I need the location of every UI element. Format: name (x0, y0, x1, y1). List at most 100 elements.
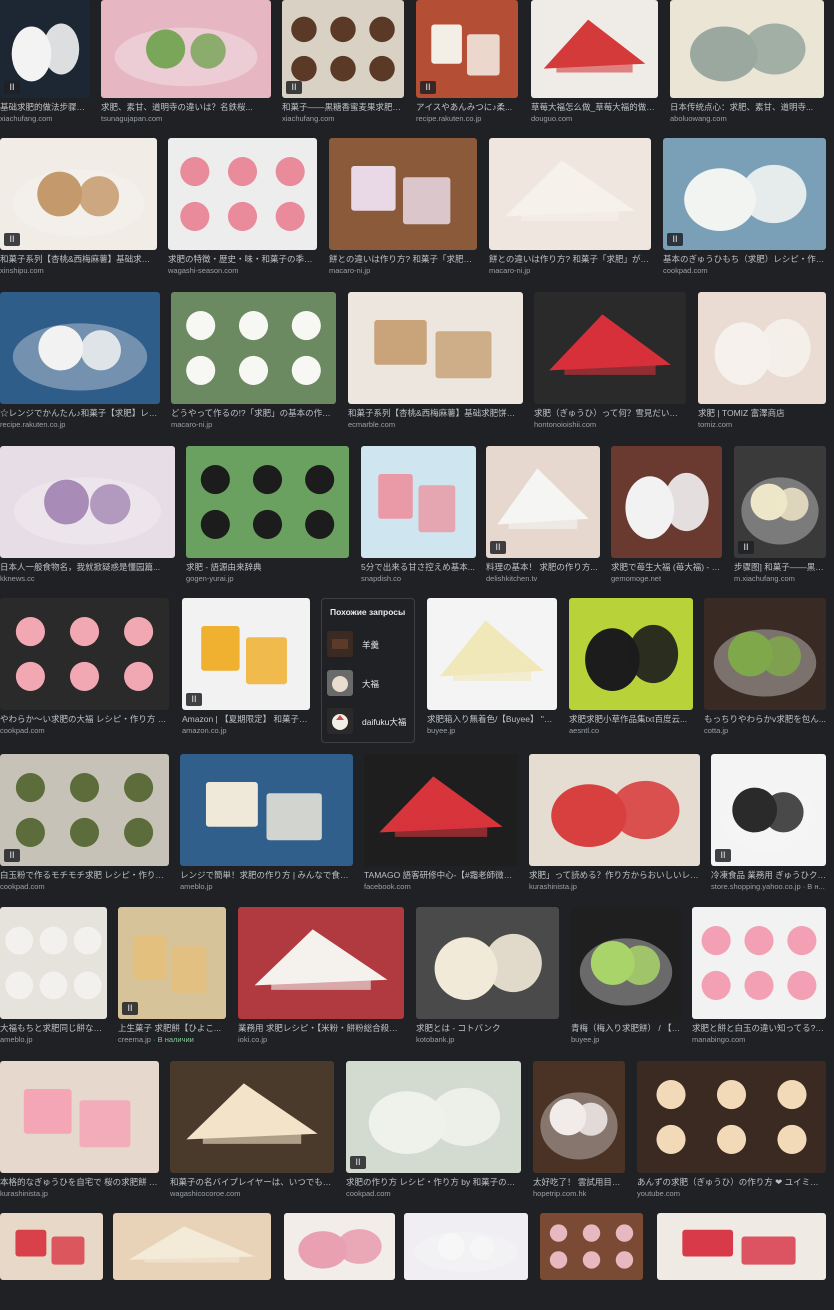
image-result-tile[interactable]: ΙΙ 冷凍食品 業務用 ぎゅうひクリ... store.shopping.yahoo… (711, 754, 826, 896)
result-thumbnail[interactable] (0, 907, 107, 1019)
result-thumbnail[interactable] (0, 1061, 159, 1173)
result-thumbnail[interactable] (361, 446, 476, 558)
result-thumbnail[interactable] (0, 292, 160, 404)
image-result-tile[interactable]: ΙΙ アイスやあんみつに♪柔... recipe.rakuten.co.jp (416, 0, 518, 128)
result-thumbnail[interactable] (704, 598, 826, 710)
image-result-tile[interactable]: 求肥で苺生大福 (苺大福) - き... gemomoge.net (611, 446, 722, 588)
image-result-tile[interactable]: 太好吃了！ 雲試用目製... hopetrip.com.hk (533, 1061, 625, 1203)
image-result-tile[interactable]: 大福もちと求肥同じ餅なの... ameblo.jp (0, 907, 107, 1049)
result-thumbnail[interactable] (364, 754, 518, 866)
result-caption[interactable]: 求肥箱入り無着色/【Buyee】 "Bu... (427, 714, 557, 725)
result-thumbnail[interactable] (698, 292, 826, 404)
result-thumbnail[interactable] (0, 598, 169, 710)
image-result-tile[interactable]: あんずの求肥（ぎゅうひ）の作り方 ❤ ユイミコの... youtube.com (637, 1061, 826, 1203)
result-thumbnail[interactable] (637, 1061, 826, 1173)
image-result-tile[interactable]: 日本传统点心：求肥、素甘、道明寺... aboluowang.com (670, 0, 824, 128)
result-caption[interactable]: 日本人一般食物名，我就掀疑惑是懂园篇... (0, 562, 175, 573)
result-thumbnail[interactable] (657, 1213, 826, 1280)
result-caption[interactable]: 求肥の作り方 レシピ・作り方 by 和菓子の早稲... (346, 1177, 521, 1188)
image-result-tile[interactable]: ΙΙ 步骤图] 和菓子——黒糖... m.xiachufang.com (734, 446, 826, 588)
result-caption[interactable]: 業務用 求肥レシピ・【米粉・餅粉総合殺粉メ... (238, 1023, 404, 1034)
result-thumbnail[interactable] (427, 598, 557, 710)
result-thumbnail[interactable] (611, 446, 722, 558)
result-caption[interactable]: 餅との違いは作り方? 和菓子「求肥」が... (329, 254, 477, 265)
related-item-daifuku[interactable]: 大福 (327, 670, 411, 696)
result-caption[interactable]: アイスやあんみつに♪柔... (416, 102, 518, 113)
result-caption[interactable]: 基础求肥的做法步骤图... (0, 102, 90, 113)
image-result-tile[interactable]: 業務用 求肥レシピ・【米粉・餅粉総合殺粉メ... ioki.co.jp (238, 907, 404, 1049)
result-caption[interactable]: 大福もちと求肥同じ餅なの... (0, 1023, 107, 1034)
result-caption[interactable]: どうやって作るの!?「求肥」の基本の作り方... (171, 408, 336, 419)
result-caption[interactable]: 青梅（梅入り求肥餅） / 【B... (571, 1023, 681, 1034)
image-result-tile[interactable]: 求肥の特徴・歴史・味・和菓子の季節.c... wagashi-season.com (168, 138, 317, 280)
result-thumbnail[interactable] (329, 138, 477, 250)
result-thumbnail[interactable] (113, 1213, 271, 1280)
image-result-tile[interactable]: ΙΙ 白玉粉で作るモチモチ求肥 レシピ・作り方 by... cookpad.com (0, 754, 169, 896)
image-result-tile[interactable]: 日本人一般食物名，我就掀疑惑是懂园篇... kknews.cc (0, 446, 175, 588)
result-caption[interactable]: 太好吃了！ 雲試用目製... (533, 1177, 625, 1188)
image-result-tile[interactable]: 求肥（ぎゅうひ）って何？雪見だいふく... hontonoioishii.com (534, 292, 686, 434)
result-caption[interactable]: TAMAGO 語客研修中心-【#霜老師微觀日... (364, 870, 518, 881)
image-result-tile[interactable] (0, 1213, 103, 1310)
image-result-tile[interactable]: 餅との違いは作り方? 和菓子「求肥」が時... macaro-ni.jp (489, 138, 651, 280)
result-thumbnail[interactable] (171, 292, 336, 404)
image-result-tile[interactable]: ΙΙ Amazon | 【夏期限定】 和菓子屋... amazon.co.jp (182, 598, 310, 740)
result-caption[interactable]: 餅との違いは作り方? 和菓子「求肥」が時... (489, 254, 651, 265)
image-result-tile[interactable]: 和菓子系列【杏桃&西梅麻薯】基础求肥饼皮的... ecmarble.com (348, 292, 523, 434)
result-caption[interactable]: 料理の基本！ 求肥の作り方... (486, 562, 600, 573)
image-result-tile[interactable]: もっちりやわらかv求肥を包ん... cotta.jp (704, 598, 826, 740)
result-caption[interactable]: 本格的なぎゅうひを自宅で 桜の求肥餅 - 暮... (0, 1177, 159, 1188)
image-result-tile[interactable]: ΙΙ 料理の基本！ 求肥の作り方... delishkitchen.tv (486, 446, 600, 588)
result-caption[interactable]: あんずの求肥（ぎゅうひ）の作り方 ❤ ユイミコの... (637, 1177, 826, 1188)
result-thumbnail[interactable] (348, 292, 523, 404)
result-caption[interactable]: 5分で出来る甘さ控えめ基本... (361, 562, 476, 573)
result-caption[interactable]: Amazon | 【夏期限定】 和菓子屋... (182, 714, 310, 725)
result-thumbnail[interactable] (663, 138, 826, 250)
result-caption[interactable]: 白玉粉で作るモチモチ求肥 レシピ・作り方 by... (0, 870, 169, 881)
result-caption[interactable]: 求肥、素甘、道明寺の違いは？名鉄桜... (101, 102, 271, 113)
result-thumbnail[interactable] (404, 1213, 528, 1280)
image-result-tile[interactable]: 求肥とは - コトバンク kotobank.jp (416, 907, 559, 1049)
image-result-tile[interactable]: どうやって作るの!?「求肥」の基本の作り方... macaro-ni.jp (171, 292, 336, 434)
result-caption[interactable]: 基本のぎゅうひもち（求肥）レシピ・作り... (663, 254, 826, 265)
image-result-tile[interactable]: 求肥」って読める？作り方からおいしいレシ... kurashinista.jp (529, 754, 700, 896)
result-thumbnail[interactable] (529, 754, 700, 866)
image-result-tile[interactable]: ΙΙ 基础求肥的做法步骤图... xiachufang.com (0, 0, 90, 128)
related-item-daifuku-latin[interactable]: daifuku大福 (327, 708, 411, 734)
image-result-tile[interactable]: ΙΙ 求肥の作り方 レシピ・作り方 by 和菓子の早稲... cookpad.com (346, 1061, 521, 1203)
result-thumbnail[interactable] (101, 0, 271, 98)
result-caption[interactable]: 和菓子系列【杏桃&西梅麻薯】基础求肥饼皮的... (348, 408, 523, 419)
result-caption[interactable]: 日本传统点心：求肥、素甘、道明寺... (670, 102, 824, 113)
image-result-tile[interactable]: ΙΙ 和菓子系列【杏桃&西梅麻薯】基础求肥饼... xinshipu.com (0, 138, 157, 280)
result-thumbnail[interactable] (692, 907, 826, 1019)
image-result-tile[interactable]: やわらか〜い求肥の大福 レシピ・作り方 by ☆... cookpad.com (0, 598, 169, 740)
result-thumbnail[interactable] (180, 754, 353, 866)
image-result-tile[interactable]: 本格的なぎゅうひを自宅で 桜の求肥餅 - 暮... kurashinista.jp (0, 1061, 159, 1203)
image-result-tile[interactable]: ΙΙ 上生菓子 求肥餅【ひよこ... creema.jp · В наличии (118, 907, 226, 1049)
result-thumbnail[interactable] (489, 138, 651, 250)
result-caption[interactable]: 求肥」って読める？作り方からおいしいレシ... (529, 870, 700, 881)
image-result-tile[interactable]: 求肥箱入り無着色/【Buyee】 "Bu... buyee.jp (427, 598, 557, 740)
result-caption[interactable]: 冷凍食品 業務用 ぎゅうひクリ... (711, 870, 826, 881)
image-result-tile[interactable]: ΙΙ 和菓子——黒糖香蜜麦果求肥的... xiachufang.com (282, 0, 404, 128)
result-thumbnail[interactable] (284, 1213, 395, 1280)
result-thumbnail[interactable] (670, 0, 824, 98)
result-caption[interactable]: 求肥（ぎゅうひ）って何？雪見だいふく... (534, 408, 686, 419)
result-caption[interactable]: 和菓子の名バイプレイヤーは、いつでもモ... (170, 1177, 334, 1188)
result-caption[interactable]: 求肥 - 語源由来辞典 (186, 562, 349, 573)
result-caption[interactable]: レンジで簡単！求肥の作り方 | みんなで食べよ... (180, 870, 353, 881)
image-result-tile[interactable]: 求肥 - 語源由来辞典 gogen-yurai.jp (186, 446, 349, 588)
result-thumbnail[interactable] (416, 907, 559, 1019)
result-caption[interactable]: 和菓子——黒糖香蜜麦果求肥的... (282, 102, 404, 113)
result-caption[interactable]: やわらか〜い求肥の大福 レシピ・作り方 by ☆... (0, 714, 169, 725)
result-caption[interactable]: 和菓子系列【杏桃&西梅麻薯】基础求肥饼... (0, 254, 157, 265)
image-result-tile[interactable]: 求肥求肥小草作品集txt百度云... aesntl.co (569, 598, 693, 740)
image-result-tile[interactable]: 求肥と餅と白玉の違い知ってる?羽... manabingo.com (692, 907, 826, 1049)
image-result-tile[interactable] (540, 1213, 643, 1310)
result-thumbnail[interactable] (0, 754, 169, 866)
result-thumbnail[interactable] (533, 1061, 625, 1173)
result-thumbnail[interactable] (571, 907, 681, 1019)
result-caption[interactable]: 求肥と餅と白玉の違い知ってる?羽... (692, 1023, 826, 1034)
image-result-tile[interactable]: 5分で出来る甘さ控えめ基本... snapdish.co (361, 446, 476, 588)
image-result-tile[interactable]: 青梅（梅入り求肥餅） / 【B... buyee.jp (571, 907, 681, 1049)
